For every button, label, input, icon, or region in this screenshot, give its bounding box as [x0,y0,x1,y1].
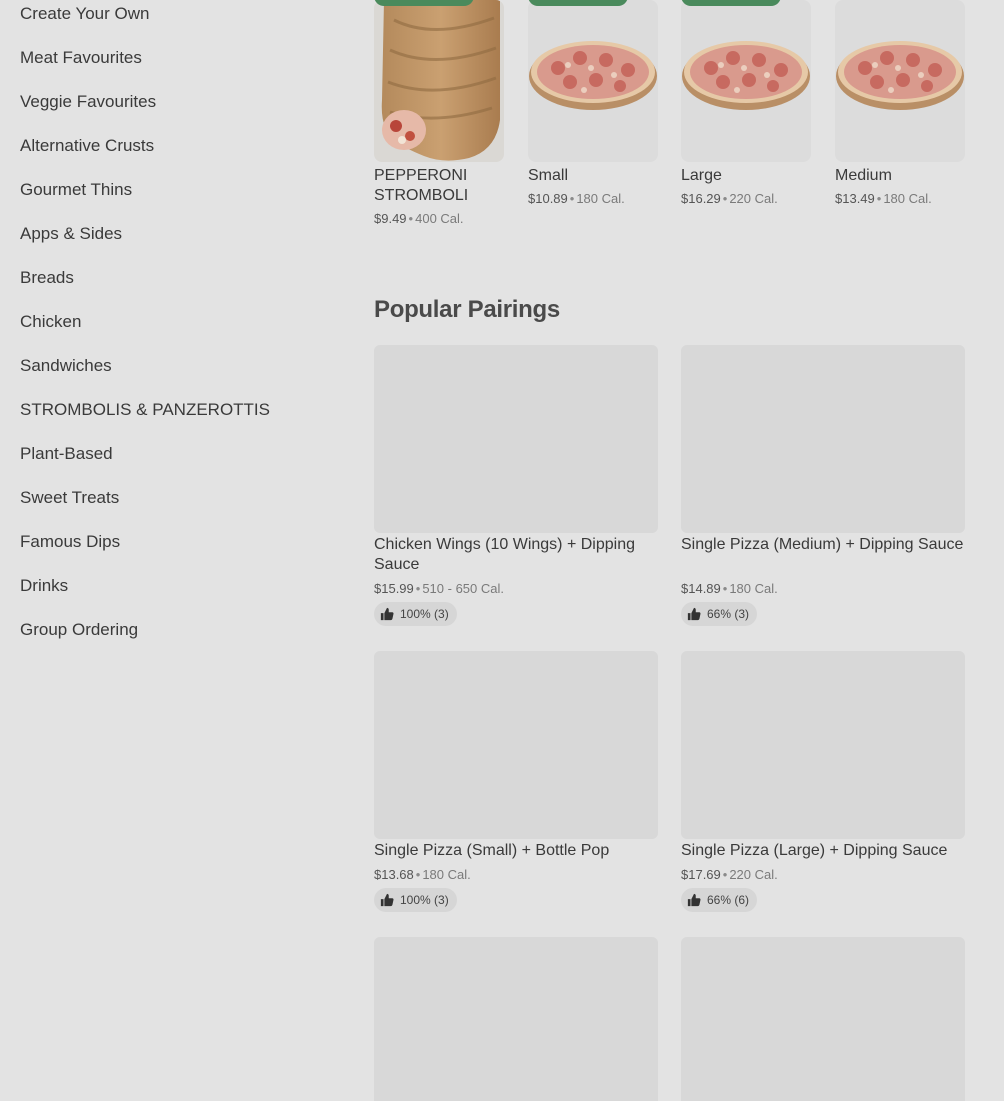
sidebar-item-veggie-favourites[interactable]: Veggie Favourites [20,88,156,116]
pizza-image [682,41,810,110]
item-image-placeholder [374,651,658,839]
meta-separator: • [569,191,575,206]
sidebar-item-breads[interactable]: Breads [20,264,74,292]
sidebar-item-drinks[interactable]: Drinks [20,572,68,600]
sidebar-item-create-your-own[interactable]: Create Your Own [20,0,149,28]
meta-separator: • [415,581,421,596]
item-image-placeholder [374,345,658,533]
menu-item-card[interactable]: PEPPERONI STROMBOLI $9.49 • 400 Cal. [374,0,504,230]
item-calories: 180 Cal. [729,581,778,596]
item-meta: $9.49 • 400 Cal. [374,211,464,226]
meta-separator: • [876,191,882,206]
thumbs-up-icon [380,607,394,621]
item-image [374,0,504,162]
item-calories: 180 Cal. [883,191,932,206]
item-name: PEPPERONI STROMBOLI [374,167,469,204]
menu-item-card[interactable]: Medium $13.49 • 180 Cal. [835,0,965,210]
sidebar-item-gourmet-thins[interactable]: Gourmet Thins [20,176,132,204]
item-name: Medium [835,167,892,184]
rating-badge: 66% (6) [681,888,758,912]
sidebar-item-chicken[interactable]: Chicken [20,308,81,336]
item-meta: $15.99 • 510 - 650 Cal. [374,581,504,596]
item-meta: $16.29 • 220 Cal. [681,191,778,206]
item-price: $10.89 [528,191,568,206]
featured-badge [374,0,474,6]
meta-separator: • [722,867,728,882]
sidebar-item-alternative-crusts[interactable]: Alternative Crusts [20,132,154,160]
item-price: $9.49 [374,211,407,226]
item-calories: 220 Cal. [729,191,778,206]
sidebar-item-plant-based[interactable]: Plant-Based [20,440,113,468]
meta-separator: • [415,867,421,882]
item-meta: $17.69 • 220 Cal. [681,867,778,882]
sidebar-item-apps-sides[interactable]: Apps & Sides [20,220,122,248]
item-image-placeholder [681,937,965,1101]
item-meta: $14.89 • 180 Cal. [681,581,778,596]
pizza-image [836,41,964,110]
item-price: $17.69 [681,867,721,882]
stromboli-image [381,0,500,161]
item-calories: 180 Cal. [422,867,471,882]
rating-text: 66% (6) [707,893,750,907]
pairing-card[interactable]: Single Pizza (Large) + Dipping Sauce $17… [681,651,965,913]
thumbs-up-icon [380,893,394,907]
rating-text: 100% (3) [400,607,449,621]
item-name: Single Pizza (Small) + Bottle Pop [374,842,610,859]
item-price: $13.49 [835,191,875,206]
pairing-card[interactable] [374,937,658,1101]
item-name: Small [528,167,569,184]
meta-separator: • [722,581,728,596]
item-image [681,0,811,162]
item-name: Chicken Wings (10 Wings) + Dipping Sauce [374,536,635,573]
rating-text: 100% (3) [400,893,449,907]
rating-badge: 100% (3) [374,602,457,626]
popular-pairings-title: Popular Pairings [374,296,560,323]
thumbs-up-icon [687,893,701,907]
item-name: Single Pizza (Medium) + Dipping Sauce [681,536,964,553]
item-image [528,0,658,162]
sidebar-item-strombolis-panzerottis[interactable]: STROMBOLIS & PANZEROTTIS [20,396,270,424]
sidebar-item-sweet-treats[interactable]: Sweet Treats [20,484,119,512]
item-price: $16.29 [681,191,721,206]
sidebar-item-group-ordering[interactable]: Group Ordering [20,616,138,644]
meta-separator: • [408,211,414,226]
item-meta: $10.89 • 180 Cal. [528,191,625,206]
item-price: $15.99 [374,581,414,596]
thumbs-up-icon [687,607,701,621]
item-name: Large [681,167,722,184]
pairing-card[interactable]: Single Pizza (Medium) + Dipping Sauce $1… [681,345,965,627]
item-calories: 510 - 650 Cal. [422,581,504,596]
pairing-card[interactable]: Single Pizza (Small) + Bottle Pop $13.68… [374,651,658,913]
item-price: $14.89 [681,581,721,596]
item-image-placeholder [374,937,658,1101]
featured-badge [681,0,781,6]
item-meta: $13.49 • 180 Cal. [835,191,932,206]
item-image [835,0,965,162]
pizza-image [529,41,657,110]
rating-badge: 100% (3) [374,888,457,912]
item-name: Single Pizza (Large) + Dipping Sauce [681,842,948,859]
item-image-placeholder [681,651,965,839]
rating-badge: 66% (3) [681,602,758,626]
item-calories: 220 Cal. [729,867,778,882]
pairing-card[interactable] [681,937,965,1101]
item-calories: 400 Cal. [415,211,464,226]
menu-item-card[interactable]: Small $10.89 • 180 Cal. [528,0,658,210]
item-image-placeholder [681,345,965,533]
featured-badge [528,0,628,6]
item-price: $13.68 [374,867,414,882]
item-meta: $13.68 • 180 Cal. [374,867,471,882]
rating-text: 66% (3) [707,607,750,621]
meta-separator: • [722,191,728,206]
sidebar-item-sandwiches[interactable]: Sandwiches [20,352,112,380]
sidebar-item-meat-favourites[interactable]: Meat Favourites [20,44,142,72]
menu-item-card[interactable]: Large $16.29 • 220 Cal. [681,0,811,210]
item-calories: 180 Cal. [576,191,625,206]
pairing-card[interactable]: Chicken Wings (10 Wings) + Dipping Sauce… [374,345,658,627]
sidebar-item-famous-dips[interactable]: Famous Dips [20,528,120,556]
